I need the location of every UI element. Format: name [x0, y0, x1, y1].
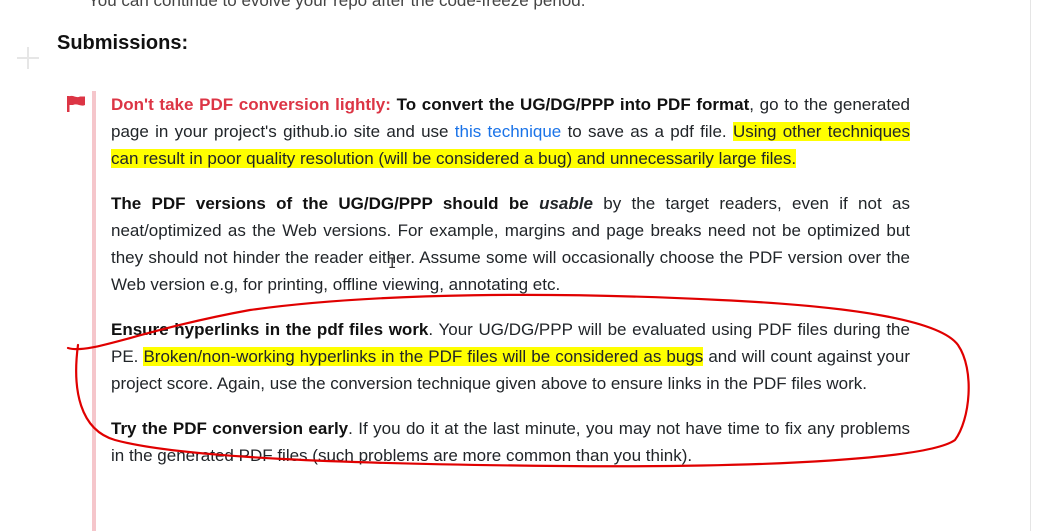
flag-icon [67, 95, 85, 112]
technique-link[interactable]: this technique [455, 122, 561, 141]
warning-label: Don't take PDF conversion lightly: [111, 95, 391, 114]
pdf-conversion-paragraph: Don't take PDF conversion lightly: To co… [111, 91, 910, 172]
usable-bold: The PDF versions of the UG/DG/PPP should… [111, 194, 540, 213]
conversion-early-paragraph: Try the PDF conversion early. If you do … [111, 415, 910, 469]
callout-content: Don't take PDF conversion lightly: To co… [111, 91, 910, 487]
page-right-border [1030, 0, 1031, 531]
broken-links-highlight: Broken/non-working hyperlinks in the PDF… [143, 347, 704, 366]
text-cursor-icon: I [388, 256, 397, 272]
callout-border [92, 91, 96, 531]
pdf-usable-paragraph: The PDF versions of the UG/DG/PPP should… [111, 190, 910, 298]
convert-instruction: To convert the UG/DG/PPP into PDF format [396, 95, 750, 114]
previous-paragraph-text: You can continue to evolve your repo aft… [88, 0, 586, 10]
early-bold: Try the PDF conversion early [111, 419, 349, 438]
usable-emphasis: usable [539, 194, 593, 213]
p1-text-2: to save as a pdf file. [561, 122, 733, 141]
hyperlinks-bold: Ensure hyperlinks in the pdf files work [111, 320, 429, 339]
add-block-icon[interactable] [17, 47, 39, 69]
hyperlinks-paragraph: Ensure hyperlinks in the pdf files work.… [111, 316, 910, 397]
section-heading: Submissions: [57, 32, 189, 54]
